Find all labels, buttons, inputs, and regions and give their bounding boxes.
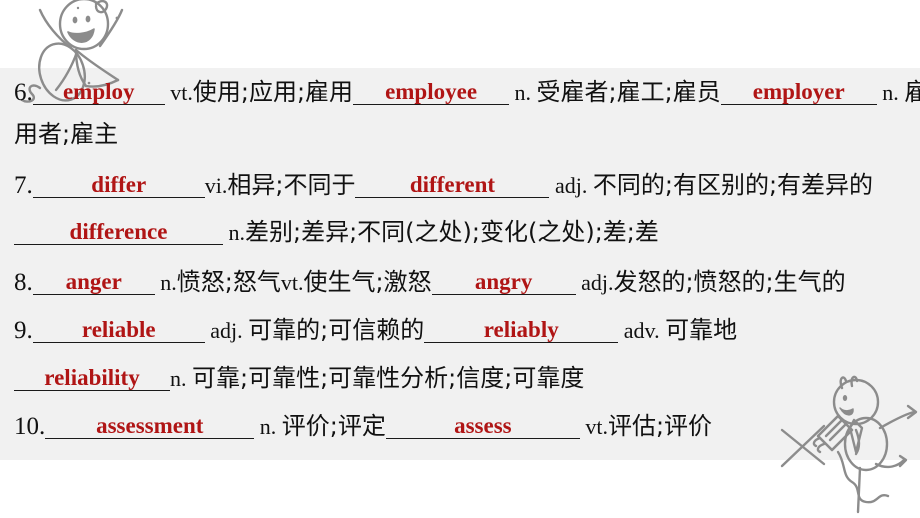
entry-6-gloss-3: 雇 (904, 78, 920, 106)
entry-9-pos-3: n. (170, 366, 192, 391)
entry-7-answer-differ[interactable]: differ (32, 173, 205, 198)
vocabulary-list: 6. employ vt.使用;应用;雇用 employee n. 受雇者;雇工;雇… (0, 68, 920, 460)
entry-9-pos-1: adj. (204, 318, 249, 343)
entry-6-number: 6. (14, 79, 33, 106)
entry-6-answer-employer[interactable]: employer (720, 80, 877, 105)
entry-6-line-2: 用者;雇主 (14, 122, 912, 147)
entry-6-gloss-2: 受雇者;雇工;雇员 (536, 78, 721, 106)
entry-10-number: 10. (14, 413, 46, 440)
entry-9-gloss-1: 可靠的;可信赖的 (248, 316, 425, 344)
entry-8-answer-angry[interactable]: angry (431, 270, 576, 295)
entry-8-pos-1: n. (154, 270, 177, 295)
entry-10-gloss-1: 评价;评定 (281, 412, 386, 440)
entry-7-answer-different[interactable]: different (355, 173, 550, 198)
entry-10-gloss-2: 评估;评价 (607, 412, 713, 440)
entry-6-answer-employee[interactable]: employee (353, 80, 510, 105)
entry-9-answer-reliably[interactable]: reliably (424, 318, 619, 343)
entry-8-gloss-3: 发怒的;愤怒的;生气的 (613, 268, 846, 296)
entry-7-line-1: 7. differ vi.相异;不同于 different adj. 不同的;有区别的… (14, 173, 912, 199)
entry-7-pos-3: n. (223, 220, 246, 245)
entry-9-answer-reliable[interactable]: reliable (32, 318, 205, 343)
entry-8-pos-3: adj. (575, 270, 614, 295)
entry-9-gloss-3: 可靠;可靠性;可靠性分析;信度;可靠度 (192, 364, 585, 392)
entry-7-pos-1: vi. (204, 173, 228, 198)
entry-10-answer-assess[interactable]: assess (385, 414, 580, 439)
entry-10-pos-2: vt. (579, 414, 608, 439)
entry-7-gloss-2: 不同的;有区别的;有差异的 (592, 171, 874, 199)
entry-9-pos-2: adv. (618, 318, 666, 343)
entry-6-line-1: 6. employ vt.使用;应用;雇用 employee n. 受雇者;雇工;雇… (14, 78, 920, 106)
slide-canvas: 6. employ vt.使用;应用;雇用 employee n. 受雇者;雇工;雇… (0, 0, 920, 518)
entry-10-line-1: 10. assessment n. 评价;评定 assess vt.评估;评价 (14, 414, 912, 440)
entry-10-answer-assessment[interactable]: assessment (45, 414, 255, 439)
entry-6-pos-3: n. (876, 80, 905, 105)
entry-8-answer-anger[interactable]: anger (32, 270, 155, 295)
entry-7-gloss-3: 差别;差异;不同(之处);变化(之处);差;差 (245, 218, 659, 246)
entry-8-number: 8. (14, 269, 33, 296)
entry-6-pos-2: n. (509, 80, 537, 105)
entry-8-gloss-2: 使生气;激怒 (303, 268, 432, 296)
entry-6-answer-employ[interactable]: employ (32, 80, 165, 105)
entry-7-number: 7. (14, 172, 33, 199)
entry-9-line-2: reliability n. 可靠;可靠性;可靠性分析;信度;可靠度 (14, 366, 912, 392)
entry-6-gloss-wrap: 用者;雇主 (14, 120, 119, 148)
entry-9-number: 9. (14, 317, 33, 344)
entry-8-line-1: 8. anger n.愤怒;怒气vt.使生气;激怒 angry adj.发怒的;愤怒… (14, 270, 912, 296)
entry-9-line-1: 9. reliable adj. 可靠的;可信赖的 reliably adv. 可靠… (14, 318, 912, 344)
entry-7-pos-2: adj. (549, 173, 593, 198)
entry-6-pos-1: vt. (164, 80, 193, 105)
entry-10-pos-1: n. (254, 414, 282, 439)
entry-7-answer-difference[interactable]: difference (14, 220, 223, 245)
entry-7-line-2: difference n.差别;差异;不同(之处);变化(之处);差;差 (14, 220, 912, 246)
entry-8-gloss-1: 愤怒;怒气 (176, 268, 281, 296)
entry-8-pos-2: vt. (280, 270, 304, 295)
entry-6-gloss-1: 使用;应用;雇用 (192, 78, 354, 106)
entry-9-gloss-2: 可靠地 (665, 316, 738, 344)
entry-7-gloss-1: 相异;不同于 (227, 171, 356, 199)
entry-9-answer-reliability[interactable]: reliability (14, 366, 170, 391)
